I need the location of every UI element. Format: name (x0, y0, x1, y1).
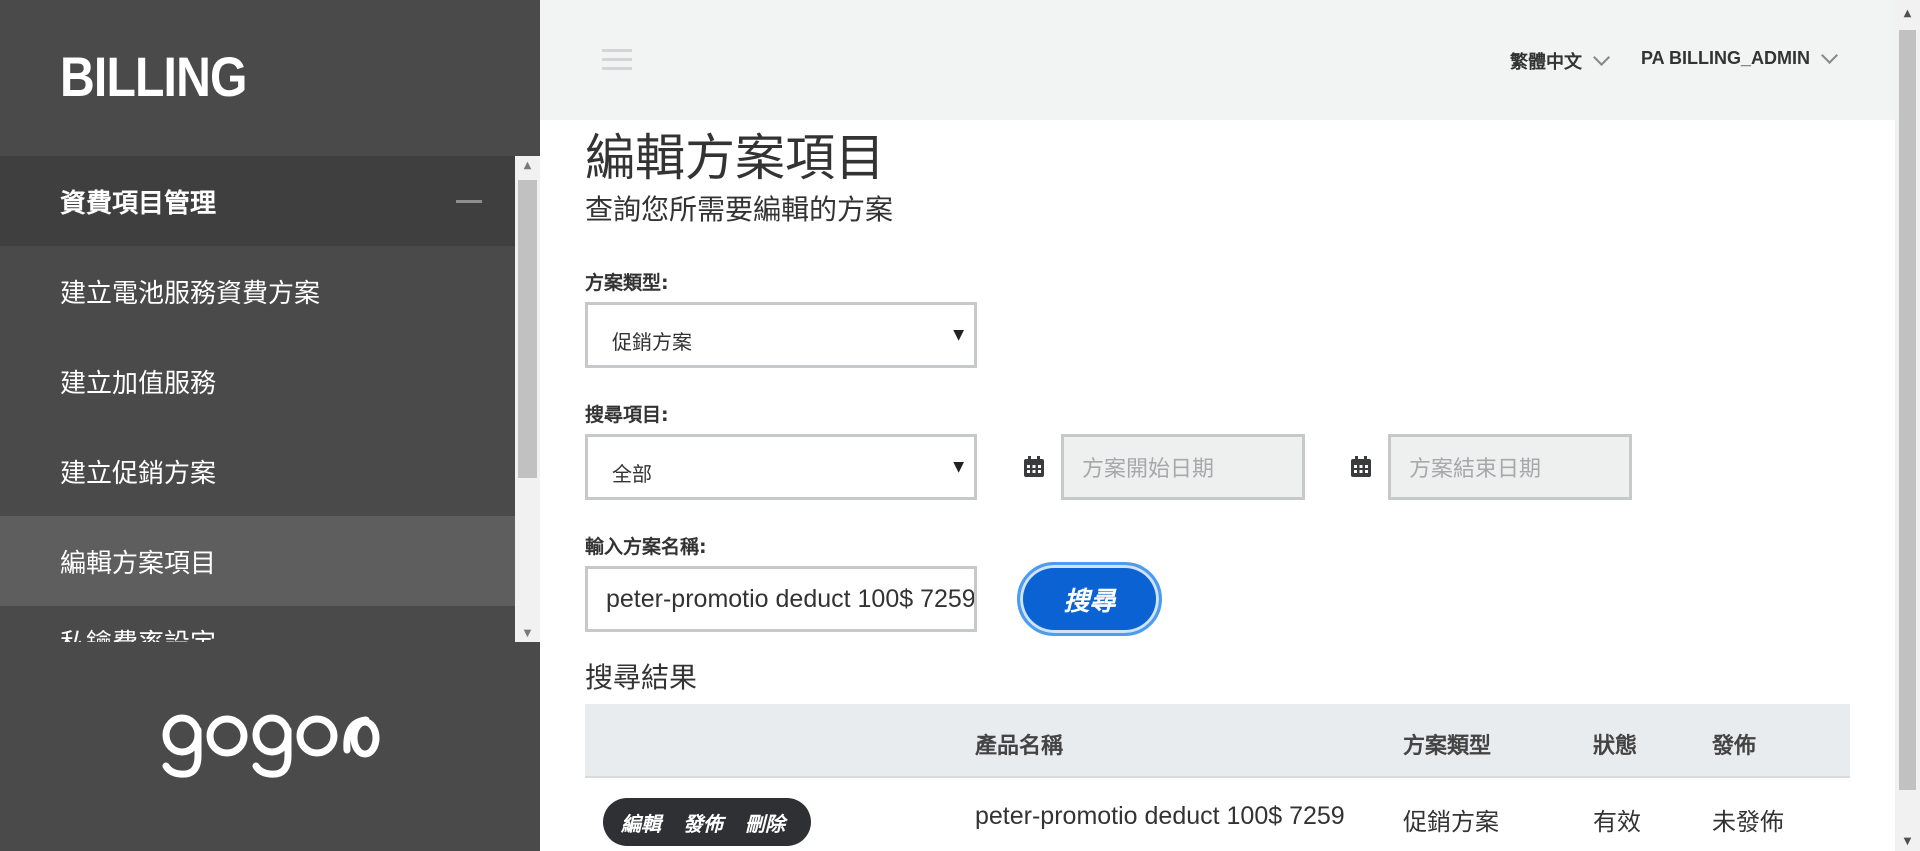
sidebar-menu: 資費項目管理 建立電池服務資費方案 建立加值服務 建立促銷方案 編輯方案項目 私… (0, 156, 515, 642)
results-title: 搜尋結果 (585, 661, 698, 694)
sidebar-scrollbar-thumb[interactable] (518, 180, 537, 478)
search-item-select[interactable]: 全部 ▼ (585, 434, 977, 500)
dropdown-caret-icon: ▼ (953, 459, 964, 475)
scroll-down-arrow-icon[interactable]: ▼ (515, 624, 540, 642)
scroll-down-arrow-icon[interactable]: ▼ (1895, 836, 1920, 847)
sidebar-item-edit-plans[interactable]: 編輯方案項目 (0, 516, 515, 606)
sidebar-item-rate-settings[interactable]: 私鑰費率設定 (0, 606, 515, 642)
brand-title: BILLING (60, 45, 247, 108)
sidebar-group-label: 資費項目管理 (60, 188, 217, 219)
end-date-input[interactable]: 方案結束日期 (1388, 434, 1632, 500)
sidebar-item-label: 建立促銷方案 (60, 458, 217, 489)
calendar-icon[interactable] (1350, 456, 1372, 478)
plan-type-label: 方案類型: (585, 272, 669, 294)
search-item-label: 搜尋項目: (585, 404, 669, 426)
column-header-product-name: 產品名稱 (975, 734, 1064, 759)
start-date-input[interactable]: 方案開始日期 (1061, 434, 1305, 500)
scroll-up-arrow-icon[interactable]: ▲ (515, 156, 540, 174)
start-date-placeholder: 方案開始日期 (1082, 457, 1215, 482)
column-header-plan-type: 方案類型 (1403, 734, 1492, 759)
plan-type-select[interactable]: 促銷方案 ▼ (585, 302, 977, 368)
sidebar-item-create-battery-plan[interactable]: 建立電池服務資費方案 (0, 246, 515, 336)
sidebar-item-label: 編輯方案項目 (60, 548, 217, 579)
gogoro-logo: gogoro (162, 714, 380, 778)
sidebar-item-label: 私鑰費率設定 (60, 623, 216, 642)
hamburger-menu-icon[interactable] (602, 49, 632, 71)
chevron-down-icon (1593, 48, 1611, 66)
delete-button[interactable]: 刪除 (745, 808, 785, 837)
language-label: 繁體中文 (1510, 52, 1582, 73)
sidebar-item-label: 建立加值服務 (60, 368, 217, 399)
cell-status: 有效 (1593, 808, 1641, 836)
user-menu[interactable]: PA BILLING_ADMIN (1641, 46, 1839, 69)
page-scrollbar[interactable]: ▲ ▼ (1895, 0, 1920, 851)
publish-button[interactable]: 發佈 (683, 808, 723, 837)
language-selector[interactable]: 繁體中文 (1510, 48, 1611, 74)
dropdown-caret-icon: ▼ (953, 327, 964, 343)
search-item-value: 全部 (612, 462, 652, 486)
page-scrollbar-thumb[interactable] (1899, 30, 1916, 790)
sidebar-group-billing-items[interactable]: 資費項目管理 (0, 156, 515, 246)
sidebar-item-create-addon-service[interactable]: 建立加值服務 (0, 336, 515, 426)
page-subtitle: 查詢您所需要編輯的方案 (585, 193, 894, 226)
chevron-down-icon (1821, 46, 1839, 64)
search-button[interactable]: 搜尋 (1017, 562, 1162, 636)
table-row: 編輯 發佈 刪除 peter-promotio deduct 100$ 7259… (585, 778, 1850, 851)
column-header-status: 狀態 (1593, 734, 1638, 759)
user-name: PA BILLING_ADMIN (1641, 48, 1810, 68)
sidebar-item-create-promotion[interactable]: 建立促銷方案 (0, 426, 515, 516)
results-table-header: 產品名稱 方案類型 狀態 發佈 (585, 704, 1850, 778)
sidebar: BILLING 資費項目管理 建立電池服務資費方案 建立加值服務 建立促銷方案 … (0, 0, 540, 851)
plan-name-input[interactable]: peter-promotio deduct 100$ 7259 (585, 566, 977, 632)
column-header-publish: 發佈 (1712, 734, 1757, 759)
row-actions: 編輯 發佈 刪除 (603, 798, 811, 846)
plan-type-value: 促銷方案 (612, 330, 692, 354)
sidebar-item-label: 建立電池服務資費方案 (60, 278, 321, 309)
sidebar-scrollbar[interactable]: ▲ ▼ (515, 156, 540, 642)
cell-product-name: peter-promotio deduct 100$ 7259 (975, 802, 1345, 830)
collapse-icon[interactable] (456, 200, 482, 203)
end-date-placeholder: 方案結束日期 (1409, 457, 1542, 482)
scroll-up-arrow-icon[interactable]: ▲ (1895, 8, 1920, 19)
edit-button[interactable]: 編輯 (621, 808, 661, 837)
calendar-icon[interactable] (1023, 456, 1045, 478)
plan-name-label: 輸入方案名稱: (585, 536, 707, 558)
top-header: 繁體中文 PA BILLING_ADMIN (540, 0, 1895, 120)
page-title: 編輯方案項目 (585, 129, 885, 187)
cell-plan-type: 促銷方案 (1403, 808, 1499, 836)
cell-publish: 未發佈 (1712, 808, 1784, 836)
